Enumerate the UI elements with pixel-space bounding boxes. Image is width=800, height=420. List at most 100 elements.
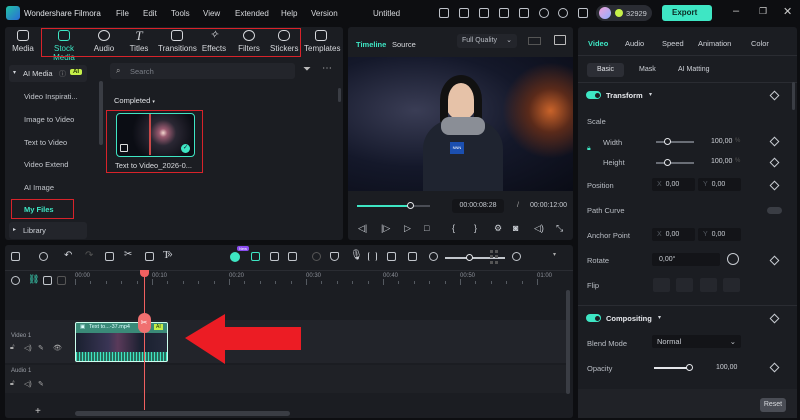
cloud-icon[interactable] bbox=[539, 8, 549, 18]
menu-file[interactable]: File bbox=[116, 9, 129, 18]
tab-media[interactable]: Media bbox=[10, 30, 36, 53]
slider-handle[interactable] bbox=[686, 364, 693, 371]
width-slider[interactable] bbox=[656, 138, 694, 145]
avatar[interactable] bbox=[599, 7, 611, 19]
sidebar-item-my-files[interactable]: My Files bbox=[24, 205, 54, 214]
redo-icon[interactable]: ↷ bbox=[85, 250, 93, 261]
split-scissors-icon[interactable]: ✂ bbox=[137, 313, 151, 333]
hide-track-icon[interactable]: ✎ bbox=[38, 344, 44, 352]
search-input[interactable]: ⌕ Search bbox=[110, 63, 295, 79]
mute-icon[interactable]: ◁) bbox=[24, 344, 32, 352]
tab-audio[interactable]: Audio bbox=[90, 30, 118, 53]
lock-track-icon[interactable]: 🔓︎ bbox=[10, 344, 15, 352]
rotate-right-button[interactable] bbox=[700, 278, 717, 292]
opacity-value[interactable]: 100,00 bbox=[716, 364, 737, 371]
rotate-input[interactable]: 0,00° bbox=[652, 253, 720, 266]
slider-handle[interactable] bbox=[664, 159, 671, 166]
lock-track-icon[interactable]: 🔓︎ bbox=[10, 380, 15, 388]
tab-timeline-preview[interactable]: Timeline bbox=[356, 40, 386, 49]
anchor-x-input[interactable]: X 0,00 bbox=[652, 228, 695, 241]
layout-grid-icon[interactable] bbox=[11, 252, 20, 261]
position-x-input[interactable]: X 0,00 bbox=[652, 178, 695, 191]
tab-effects[interactable]: ✧ Effects bbox=[201, 30, 227, 54]
multicam-icon[interactable] bbox=[387, 252, 396, 261]
height-value[interactable]: 100,00 bbox=[711, 158, 732, 165]
sidebar-item-image-to-video[interactable]: Image to Video bbox=[24, 115, 74, 124]
track-manage-icon[interactable] bbox=[57, 276, 66, 285]
audio-mixer-icon[interactable] bbox=[368, 252, 377, 261]
feedback-icon[interactable] bbox=[459, 8, 469, 18]
zoom-out-icon[interactable] bbox=[429, 252, 438, 261]
layout-icon[interactable] bbox=[499, 8, 509, 18]
stop-icon[interactable]: □ bbox=[424, 223, 429, 233]
media-thumbnail[interactable]: ✓ bbox=[116, 113, 195, 157]
play-icon[interactable]: ▷ bbox=[404, 223, 411, 234]
compositing-toggle[interactable] bbox=[586, 314, 601, 322]
playback-handle[interactable] bbox=[407, 202, 414, 209]
help-icon[interactable]: ⓘ bbox=[59, 69, 66, 79]
rotate-left-button[interactable] bbox=[723, 278, 740, 292]
fullscreen-icon[interactable]: ⤡ bbox=[556, 223, 563, 234]
playhead-handle[interactable] bbox=[139, 270, 149, 277]
opacity-slider[interactable] bbox=[654, 364, 693, 371]
scissors-icon[interactable]: ✂ bbox=[124, 249, 132, 260]
tab-speed[interactable]: Speed bbox=[662, 39, 684, 48]
grid-icon[interactable] bbox=[528, 37, 541, 45]
timeline-vertical-scrollbar[interactable] bbox=[566, 290, 570, 394]
tab-animation[interactable]: Animation bbox=[698, 39, 731, 48]
quality-dropdown[interactable]: Full Quality ⌄ bbox=[457, 34, 517, 48]
caret-down-icon[interactable]: ▾ bbox=[553, 251, 556, 258]
playback-slider[interactable] bbox=[357, 202, 430, 209]
camera-icon[interactable]: ◙ bbox=[513, 223, 518, 233]
fit-icon[interactable] bbox=[408, 252, 417, 261]
mute-icon[interactable]: ◁) bbox=[24, 380, 32, 388]
ai-copilot-icon[interactable] bbox=[230, 252, 240, 262]
minimize-icon[interactable]: – bbox=[733, 5, 739, 17]
current-time[interactable]: 00:00:08:28 bbox=[452, 199, 504, 213]
volume-icon[interactable]: ◁) bbox=[534, 223, 544, 234]
tab-transitions[interactable]: Transitions bbox=[158, 30, 197, 53]
more-tools-icon[interactable]: » bbox=[167, 249, 173, 260]
prev-frame-icon[interactable]: ◁| bbox=[358, 223, 367, 234]
mark-in-icon[interactable]: { bbox=[452, 223, 455, 233]
height-slider[interactable] bbox=[656, 159, 694, 166]
timeline-horizontal-scrollbar[interactable] bbox=[75, 411, 290, 416]
gift-icon[interactable] bbox=[439, 8, 449, 18]
tab-source-preview[interactable]: Source bbox=[392, 40, 416, 49]
menu-version[interactable]: Version bbox=[311, 9, 338, 18]
lock-icon[interactable]: 🔒︎ bbox=[587, 145, 591, 153]
more-icon[interactable]: ⋯ bbox=[322, 63, 332, 74]
subtab-mask[interactable]: Mask bbox=[639, 66, 656, 73]
subtab-basic[interactable]: Basic bbox=[587, 63, 624, 77]
transform-toggle[interactable] bbox=[586, 91, 601, 99]
render-settings-icon[interactable]: ⚙ bbox=[494, 223, 502, 234]
zoom-in-icon[interactable] bbox=[512, 252, 521, 261]
menu-edit[interactable]: Edit bbox=[143, 9, 157, 18]
undo-icon[interactable]: ↶ bbox=[64, 250, 72, 261]
position-y-input[interactable]: Y 0,00 bbox=[698, 178, 741, 191]
add-track-icon[interactable]: + bbox=[35, 406, 41, 417]
shield-icon[interactable] bbox=[330, 252, 339, 261]
completed-dropdown[interactable]: Completed ▾ bbox=[114, 96, 155, 105]
save-icon[interactable] bbox=[519, 8, 529, 18]
properties-scrollbar[interactable] bbox=[792, 82, 795, 110]
tab-color[interactable]: Color bbox=[751, 39, 769, 48]
width-value[interactable]: 100,00 bbox=[711, 138, 732, 145]
tab-filters[interactable]: Filters bbox=[237, 30, 261, 53]
rotate-dial[interactable] bbox=[727, 253, 739, 265]
eye-icon[interactable]: 👁︎ bbox=[53, 344, 62, 352]
slider-handle[interactable] bbox=[664, 138, 671, 145]
sidebar-scrollbar[interactable] bbox=[99, 81, 103, 145]
track-settings-icon[interactable] bbox=[11, 276, 20, 285]
close-icon[interactable]: ✕ bbox=[783, 5, 792, 18]
select-tool-icon[interactable] bbox=[39, 252, 48, 261]
sticker-tool-icon[interactable] bbox=[270, 252, 279, 261]
timeline-clip[interactable]: ▣ Text to...-37.mp4 AI bbox=[75, 322, 168, 362]
blend-mode-dropdown[interactable]: Normal ⌄ bbox=[652, 335, 741, 348]
reset-button[interactable]: Reset bbox=[760, 398, 786, 412]
sidebar-item-video-inspiration[interactable]: Video Inspirati... bbox=[24, 92, 78, 101]
track-height-icon[interactable] bbox=[490, 250, 498, 264]
microphone-icon[interactable]: 🎙︎ bbox=[350, 250, 363, 261]
apps-icon[interactable] bbox=[578, 8, 588, 18]
restore-icon[interactable]: ❐ bbox=[759, 6, 767, 17]
